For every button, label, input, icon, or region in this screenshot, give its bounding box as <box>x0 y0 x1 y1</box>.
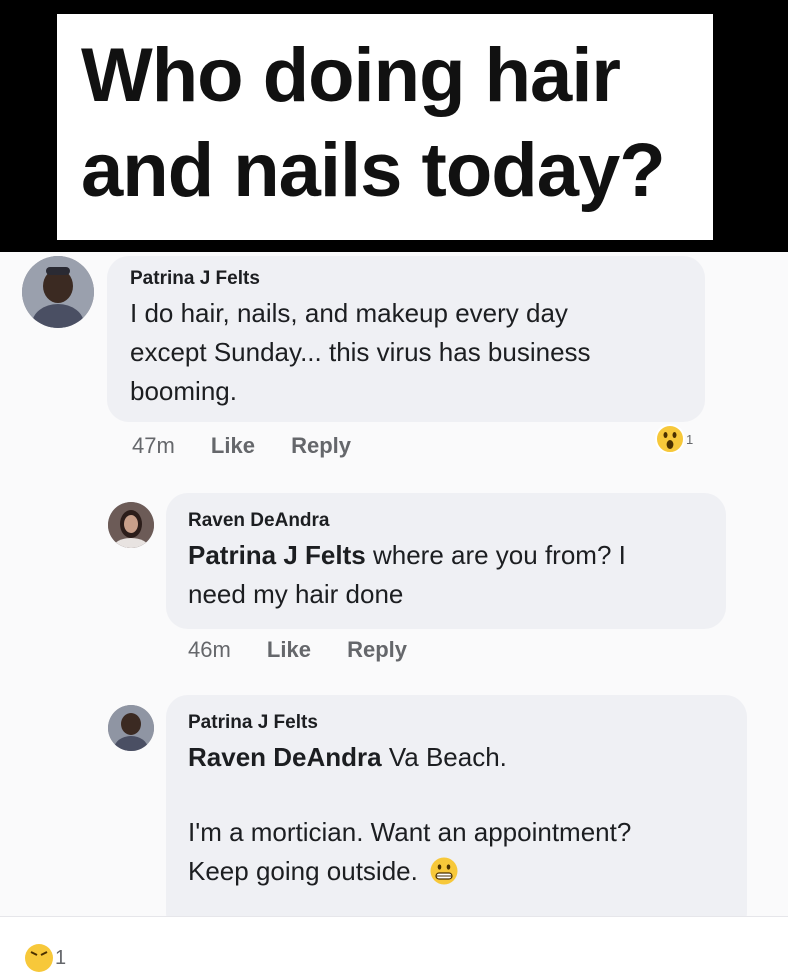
comment-text-line: I'm a mortician. Want an appointment? <box>188 817 632 847</box>
mention-link[interactable]: Raven DeAndra <box>188 742 382 772</box>
title-box: Who doing hair and nails today? <box>57 14 713 240</box>
like-button[interactable]: Like <box>211 433 255 458</box>
avatar[interactable] <box>108 502 154 548</box>
comment-timestamp: 47m <box>132 433 175 458</box>
header-band: Who doing hair and nails today? <box>0 0 788 252</box>
comment-text-line: Keep going outside. <box>188 852 747 891</box>
comment-actions: 47m Like Reply <box>132 433 381 459</box>
comment-timestamp: 46m <box>188 637 231 662</box>
comment-text-line: Patrina J Felts where are you from? I <box>188 536 726 575</box>
reaction-count: 1 <box>55 946 67 969</box>
comment-bubble: Raven DeAndra Patrina J Felts where are … <box>166 493 726 629</box>
comment-author[interactable]: Patrina J Felts <box>188 712 747 734</box>
comment-author[interactable]: Raven DeAndra <box>188 510 726 532</box>
bottom-strip: 1 <box>0 916 788 972</box>
comment-text-line: Raven DeAndra Va Beach. <box>188 738 747 777</box>
comment-bubble: Patrina J Felts Raven DeAndra Va Beach. … <box>166 695 747 935</box>
reaction-summary[interactable]: 1 <box>24 943 66 973</box>
mention-link[interactable]: Patrina J Felts <box>188 540 366 570</box>
like-button[interactable]: Like <box>267 637 311 662</box>
title-line-2: and nails today? <box>81 128 666 213</box>
reply-button[interactable]: Reply <box>291 433 351 458</box>
comment-text-line: booming. <box>130 376 237 406</box>
comment-author[interactable]: Patrina J Felts <box>130 268 705 290</box>
comment-text-fragment: Va Beach. <box>381 742 507 772</box>
reaction-summary[interactable]: 1 <box>655 424 693 454</box>
comment-text-fragment: Keep going outside. <box>188 856 418 886</box>
comment-text-fragment: where are you from? I <box>365 540 626 570</box>
comment-bubble: Patrina J Felts I do hair, nails, and ma… <box>107 256 705 422</box>
reaction-count: 1 <box>686 431 694 447</box>
angry-emoji-icon <box>25 944 53 972</box>
comment-text-line: need my hair done <box>188 579 404 609</box>
comment-text-line: except Sunday... this virus has business <box>130 337 591 367</box>
comment-text-line: I do hair, nails, and makeup every day <box>130 298 568 328</box>
wow-emoji-icon <box>655 424 685 454</box>
reply-button[interactable]: Reply <box>347 637 407 662</box>
avatar[interactable] <box>108 705 154 751</box>
grimace-emoji-icon <box>430 857 458 885</box>
comment-actions: 46m Like Reply <box>188 637 437 663</box>
avatar[interactable] <box>22 256 94 328</box>
title-line-1: Who doing hair <box>81 33 621 118</box>
